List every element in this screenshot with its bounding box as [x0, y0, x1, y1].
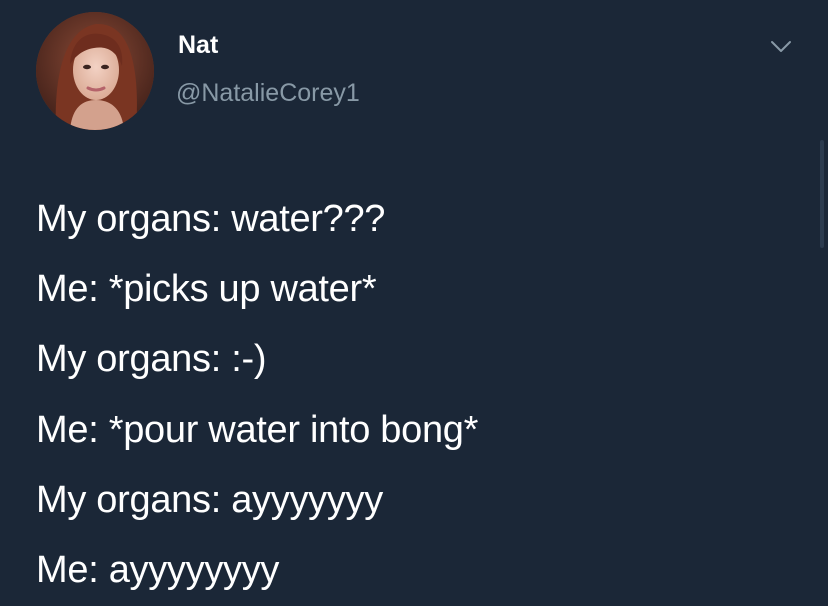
- avatar[interactable]: [36, 12, 154, 130]
- tweet-line: My organs: :-): [36, 338, 267, 381]
- display-name[interactable]: Nat: [178, 30, 218, 60]
- tweet-line: Me: ayyyyyyyy: [36, 549, 280, 592]
- tweet-line: My organs: ayyyyyyy: [36, 478, 383, 521]
- tweet-card: Nat @NatalieCorey1 My organs: water??? M…: [0, 0, 828, 606]
- scrollbar[interactable]: [820, 140, 824, 248]
- tweet-line: Me: *pour water into bong*: [36, 408, 479, 451]
- tweet-line: Me: *picks up water*: [36, 268, 377, 311]
- chevron-down-icon-svg: [771, 41, 791, 52]
- profile-photo-icon: [36, 12, 154, 130]
- user-handle[interactable]: @NatalieCorey1: [176, 78, 360, 108]
- tweet-line: My organs: water???: [36, 198, 386, 240]
- tweet-text: My organs: water??? Me: *picks up water*…: [36, 184, 816, 605]
- chevron-down-icon[interactable]: [764, 36, 798, 58]
